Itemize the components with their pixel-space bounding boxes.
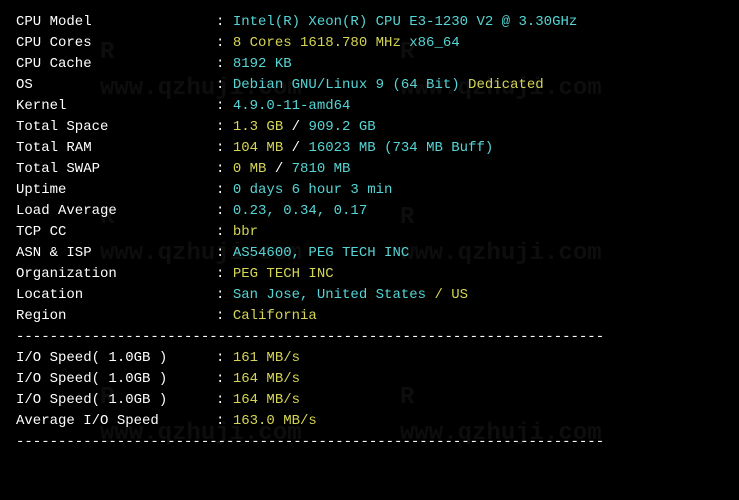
info-value-part: 16023 MB bbox=[308, 138, 375, 159]
info-row: TCP CC : bbr bbox=[16, 222, 723, 243]
divider: ----------------------------------------… bbox=[16, 327, 723, 348]
info-row: Total RAM : 104 MB / 16023 MB (734 MB Bu… bbox=[16, 138, 723, 159]
colon: : bbox=[216, 75, 233, 96]
info-value: 0 days 6 hour 3 min bbox=[233, 180, 393, 201]
info-row: Uptime : 0 days 6 hour 3 min bbox=[16, 180, 723, 201]
info-row: Kernel : 4.9.0-11-amd64 bbox=[16, 96, 723, 117]
info-row: CPU Cache : 8192 KB bbox=[16, 54, 723, 75]
colon: : bbox=[216, 117, 233, 138]
colon: : bbox=[216, 180, 233, 201]
info-label: Region bbox=[16, 306, 216, 327]
info-value-part: San Jose, United States bbox=[233, 285, 426, 306]
info-label: Organization bbox=[16, 264, 216, 285]
info-value-part: x86_64 bbox=[401, 33, 460, 54]
info-label: Kernel bbox=[16, 96, 216, 117]
info-label: CPU Cache bbox=[16, 54, 216, 75]
info-value-part: 8 Cores 1618.780 MHz bbox=[233, 33, 401, 54]
info-value: 8192 KB bbox=[233, 54, 292, 75]
info-row: I/O Speed( 1.0GB ) : 164 MB/s bbox=[16, 390, 723, 411]
info-value: 163.0 MB/s bbox=[233, 411, 317, 432]
info-row: Average I/O Speed : 163.0 MB/s bbox=[16, 411, 723, 432]
info-label: Total SWAP bbox=[16, 159, 216, 180]
info-value-part: Dedicated bbox=[460, 75, 544, 96]
info-value: Intel(R) Xeon(R) CPU E3-1230 V2 @ 3.30GH… bbox=[233, 12, 577, 33]
info-row: Load Average : 0.23, 0.34, 0.17 bbox=[16, 201, 723, 222]
colon: : bbox=[216, 54, 233, 75]
divider: ----------------------------------------… bbox=[16, 432, 723, 453]
info-label: I/O Speed( 1.0GB ) bbox=[16, 390, 216, 411]
info-value: 4.9.0-11-amd64 bbox=[233, 96, 351, 117]
info-label: ASN & ISP bbox=[16, 243, 216, 264]
info-row: Total SWAP : 0 MB / 7810 MB bbox=[16, 159, 723, 180]
info-label: Average I/O Speed bbox=[16, 411, 216, 432]
colon: : bbox=[216, 306, 233, 327]
colon: : bbox=[216, 12, 233, 33]
info-value-part: 7810 MB bbox=[292, 159, 351, 180]
info-value-part: / US bbox=[426, 285, 468, 306]
info-row: I/O Speed( 1.0GB ) : 164 MB/s bbox=[16, 369, 723, 390]
colon: : bbox=[216, 222, 233, 243]
info-value-part: / bbox=[283, 138, 308, 159]
info-label: CPU Cores bbox=[16, 33, 216, 54]
info-row: ASN & ISP : AS54600, PEG TECH INC bbox=[16, 243, 723, 264]
info-value-part: Debian GNU/Linux 9 (64 Bit) bbox=[233, 75, 460, 96]
info-value: PEG TECH INC bbox=[233, 264, 334, 285]
info-row: Region : California bbox=[16, 306, 723, 327]
colon: : bbox=[216, 369, 233, 390]
info-row: OS : Debian GNU/Linux 9 (64 Bit) Dedicat… bbox=[16, 75, 723, 96]
colon: : bbox=[216, 201, 233, 222]
info-value: 164 MB/s bbox=[233, 369, 300, 390]
system-info-section: CPU Model : Intel(R) Xeon(R) CPU E3-1230… bbox=[16, 12, 723, 327]
info-label: Total Space bbox=[16, 117, 216, 138]
info-label: I/O Speed( 1.0GB ) bbox=[16, 369, 216, 390]
info-value-part: 0 MB bbox=[233, 159, 267, 180]
colon: : bbox=[216, 348, 233, 369]
colon: : bbox=[216, 264, 233, 285]
info-row: Location : San Jose, United States / US bbox=[16, 285, 723, 306]
info-value: bbr bbox=[233, 222, 258, 243]
info-label: OS bbox=[16, 75, 216, 96]
info-label: Total RAM bbox=[16, 138, 216, 159]
colon: : bbox=[216, 243, 233, 264]
info-value-part: (734 MB Buff) bbox=[376, 138, 494, 159]
info-value-part: 1.3 GB bbox=[233, 117, 283, 138]
info-value-part: 909.2 GB bbox=[308, 117, 375, 138]
info-row: Organization : PEG TECH INC bbox=[16, 264, 723, 285]
info-label: Uptime bbox=[16, 180, 216, 201]
info-value: California bbox=[233, 306, 317, 327]
info-row: CPU Cores : 8 Cores 1618.780 MHz x86_64 bbox=[16, 33, 723, 54]
io-speed-section: I/O Speed( 1.0GB ) : 161 MB/sI/O Speed( … bbox=[16, 348, 723, 432]
info-value-part: / bbox=[283, 117, 308, 138]
colon: : bbox=[216, 138, 233, 159]
colon: : bbox=[216, 96, 233, 117]
info-row: I/O Speed( 1.0GB ) : 161 MB/s bbox=[16, 348, 723, 369]
info-value-part: 104 MB bbox=[233, 138, 283, 159]
colon: : bbox=[216, 411, 233, 432]
info-label: Load Average bbox=[16, 201, 216, 222]
info-value: 161 MB/s bbox=[233, 348, 300, 369]
info-row: Total Space : 1.3 GB / 909.2 GB bbox=[16, 117, 723, 138]
info-label: I/O Speed( 1.0GB ) bbox=[16, 348, 216, 369]
colon: : bbox=[216, 390, 233, 411]
info-row: CPU Model : Intel(R) Xeon(R) CPU E3-1230… bbox=[16, 12, 723, 33]
colon: : bbox=[216, 285, 233, 306]
info-label: CPU Model bbox=[16, 12, 216, 33]
colon: : bbox=[216, 159, 233, 180]
info-value: AS54600, PEG TECH INC bbox=[233, 243, 409, 264]
colon: : bbox=[216, 33, 233, 54]
info-label: TCP CC bbox=[16, 222, 216, 243]
info-label: Location bbox=[16, 285, 216, 306]
info-value: 164 MB/s bbox=[233, 390, 300, 411]
info-value: 0.23, 0.34, 0.17 bbox=[233, 201, 367, 222]
info-value-part: / bbox=[266, 159, 291, 180]
